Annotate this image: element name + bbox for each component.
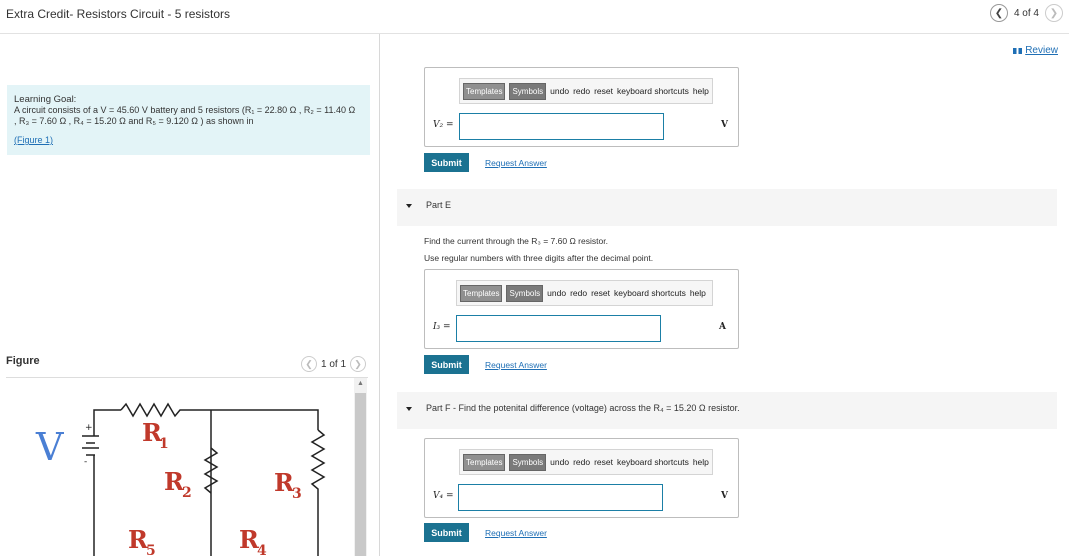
caret-down-icon <box>406 204 412 208</box>
reset-button[interactable]: reset <box>594 86 613 96</box>
caret-down-icon <box>406 407 412 411</box>
figure-link[interactable]: (Figure 1) <box>14 135 53 146</box>
help-button[interactable]: help <box>690 288 706 298</box>
circuit-figure: V + - R 1 R 2 R 3 R 4 R 5 <box>6 378 352 556</box>
help-button[interactable]: help <box>693 457 709 467</box>
reset-button[interactable]: reset <box>594 457 613 467</box>
learning-goal-line-1: A circuit consists of a V = 45.60 V batt… <box>14 105 356 115</box>
templates-button[interactable]: Templates <box>463 453 506 471</box>
keyboard-shortcuts-button[interactable]: keyboard shortcuts <box>617 86 689 96</box>
review-link[interactable]: Review <box>1013 45 1058 56</box>
part-e-request-answer-link[interactable]: Request Answer <box>485 360 547 370</box>
r1-subscript: 1 <box>159 436 169 452</box>
wire-battery-top <box>93 409 121 436</box>
page-indicator: 4 of 4 <box>1013 7 1039 19</box>
redo-button[interactable]: redo <box>570 288 587 298</box>
learning-goal-line-2: , R₃ = 7.60 Ω , R₄ = 15.20 Ω and R₅ = 9.… <box>14 116 254 126</box>
part-d-unit: V <box>721 120 728 130</box>
symbols-button[interactable]: Symbols <box>506 284 544 302</box>
assignment-title: Extra Credit- Resistors Circuit - 5 resi… <box>6 7 231 21</box>
undo-button[interactable]: undo <box>550 86 569 96</box>
learning-goal-heading: Learning Goal: <box>14 94 77 105</box>
chevron-left-icon[interactable]: ❮ <box>301 356 317 372</box>
reset-button[interactable]: reset <box>591 288 610 298</box>
part-d-answer-input[interactable] <box>459 113 664 140</box>
chevron-right-icon[interactable]: ❯ <box>1045 4 1063 22</box>
chevron-right-icon[interactable]: ❯ <box>350 356 367 372</box>
plus-sign: + <box>85 423 93 433</box>
resistor-r1 <box>120 402 211 418</box>
pane-divider <box>379 34 380 556</box>
part-d-answer-box: Templates Symbols undo redo reset keyboa… <box>424 67 739 147</box>
part-e-title: Part E <box>426 200 452 210</box>
scroll-thumb[interactable] <box>355 393 366 556</box>
undo-button[interactable]: undo <box>547 288 566 298</box>
part-f-request-answer-link[interactable]: Request Answer <box>485 528 547 538</box>
r4-subscript: 4 <box>257 543 267 556</box>
figure-page-indicator: 1 of 1 <box>321 358 347 370</box>
math-toolbar: Templates Symbols undo redo reset keyboa… <box>456 280 713 306</box>
math-toolbar: Templates Symbols undo redo reset keyboa… <box>459 78 713 104</box>
templates-button[interactable]: Templates <box>460 284 503 302</box>
top-bar: Extra Credit- Resistors Circuit - 5 resi… <box>0 0 1069 34</box>
r2-subscript: 2 <box>182 485 192 501</box>
r3-subscript: 3 <box>292 486 302 502</box>
part-d-submit-button[interactable]: Submit <box>424 153 469 172</box>
redo-button[interactable]: redo <box>573 457 590 467</box>
part-e-answer-input[interactable] <box>456 315 661 342</box>
math-toolbar: Templates Symbols undo redo reset keyboa… <box>459 449 713 475</box>
part-d-variable-label: V₂ = <box>433 120 454 130</box>
part-e-submit-button[interactable]: Submit <box>424 355 469 374</box>
part-e-question: Find the current through the R₃ = 7.60 Ω… <box>424 236 608 246</box>
page-pager: ❮ 4 of 4 ❯ <box>989 4 1063 22</box>
part-e-instruction: Use regular numbers with three digits af… <box>424 253 654 263</box>
review-label: Review <box>1025 45 1058 56</box>
review-icon <box>1013 47 1023 54</box>
part-e-header[interactable]: Part E <box>397 189 1057 226</box>
keyboard-shortcuts-button[interactable]: keyboard shortcuts <box>614 288 686 298</box>
part-f-variable-label: V₄ = <box>433 491 454 501</box>
part-f-answer-box: Templates Symbols undo redo reset keyboa… <box>424 438 739 518</box>
r5-subscript: 5 <box>146 543 156 556</box>
redo-button[interactable]: redo <box>573 86 590 96</box>
part-e-variable-label: I₃ = <box>433 322 451 332</box>
part-f-header[interactable]: Part F - Find the potenital difference (… <box>397 392 1057 429</box>
resistor-r3 <box>310 429 326 556</box>
figure-pager: ❮ 1 of 1 ❯ <box>301 356 367 372</box>
part-f-title: Part F - Find the potenital difference (… <box>426 403 740 413</box>
templates-button[interactable]: Templates <box>463 82 506 100</box>
symbols-button[interactable]: Symbols <box>509 82 547 100</box>
keyboard-shortcuts-button[interactable]: keyboard shortcuts <box>617 457 689 467</box>
learning-goal-panel: Learning Goal: A circuit consists of a V… <box>7 85 370 155</box>
chevron-left-icon[interactable]: ❮ <box>989 4 1008 22</box>
figure-heading: Figure <box>6 355 40 367</box>
part-f-unit: V <box>721 491 728 501</box>
wire-top-rail <box>211 409 319 430</box>
voltage-label: V <box>35 425 64 469</box>
undo-button[interactable]: undo <box>550 457 569 467</box>
part-f-answer-input[interactable] <box>458 484 663 511</box>
part-f-submit-button[interactable]: Submit <box>424 523 469 542</box>
part-d-request-answer-link[interactable]: Request Answer <box>485 158 547 168</box>
part-e-answer-box: Templates Symbols undo redo reset keyboa… <box>424 269 739 349</box>
help-button[interactable]: help <box>693 86 709 96</box>
figure-scrollbar[interactable]: ▲ <box>354 378 367 556</box>
symbols-button[interactable]: Symbols <box>509 453 547 471</box>
circuit-diagram: V + - R 1 R 2 R 3 R 4 R 5 <box>35 402 326 556</box>
scroll-up-arrow-icon[interactable]: ▲ <box>354 380 367 390</box>
minus-sign: - <box>84 457 87 467</box>
part-e-unit: A <box>719 322 726 332</box>
